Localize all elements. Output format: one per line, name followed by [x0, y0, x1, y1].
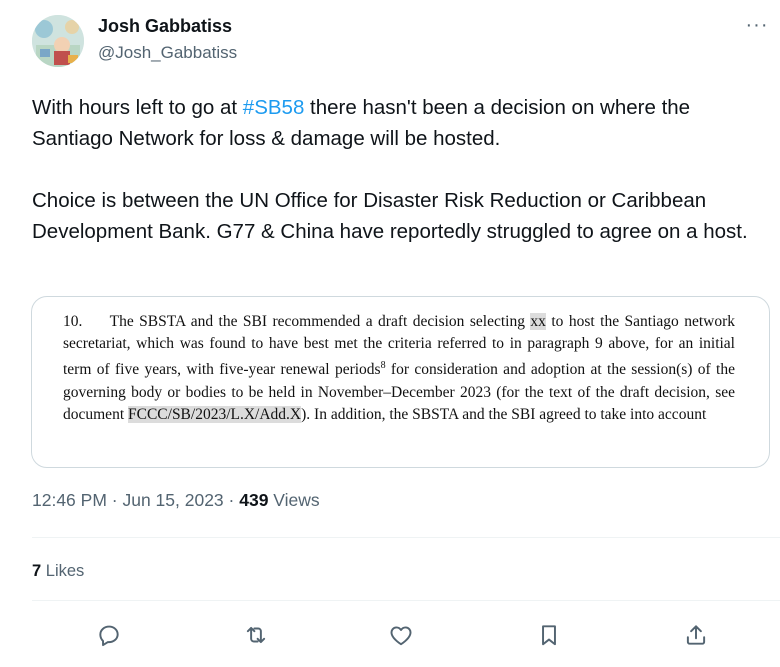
meta-separator: · [223, 490, 240, 510]
display-name[interactable]: Josh Gabbatiss [98, 16, 232, 37]
tweet: Josh Gabbatiss @Josh_Gabbatiss ··· With … [0, 0, 780, 667]
document-excerpt: 10. The SBSTA and the SBI recommended a … [63, 311, 735, 426]
share-button[interactable] [683, 622, 709, 648]
divider [32, 600, 780, 601]
retweet-icon [246, 626, 266, 644]
tweet-text-segment: With hours left to go at [32, 96, 243, 119]
tweet-meta: 12:46 PM · Jun 15, 2023 · 439 Views [32, 490, 320, 511]
views-label: Views [268, 490, 320, 510]
tweet-time[interactable]: 12:46 PM [32, 490, 107, 510]
user-handle[interactable]: @Josh_Gabbatiss [98, 43, 237, 63]
likes-count: 7 [32, 562, 42, 580]
more-horizontal-icon: ··· [745, 14, 769, 36]
attached-image-card[interactable]: 10. The SBSTA and the SBI recommended a … [31, 296, 770, 468]
like-button[interactable] [388, 622, 414, 648]
bookmark-button[interactable] [536, 622, 562, 648]
likes-label: Likes [41, 562, 85, 580]
avatar[interactable] [32, 15, 84, 67]
hashtag-link[interactable]: #SB58 [243, 96, 305, 119]
retweet-button[interactable] [243, 622, 269, 648]
meta-separator: · [106, 490, 123, 510]
share-icon [686, 625, 706, 645]
bookmark-icon [542, 625, 556, 646]
reply-button[interactable] [96, 622, 122, 648]
more-options-button[interactable]: ··· [744, 14, 770, 40]
avatar-illustration [32, 15, 84, 67]
tweet-paragraph-1: With hours left to go at #SB58 there has… [32, 92, 772, 154]
likes-link[interactable]: 7 Likes [32, 562, 84, 581]
doc-text: ). In addition, the SBSTA and the SBI ag… [301, 405, 707, 423]
divider [32, 537, 780, 538]
tweet-date[interactable]: Jun 15, 2023 [122, 490, 223, 510]
doc-highlight: xx [530, 313, 546, 330]
tweet-paragraph-2: Choice is between the UN Office for Disa… [32, 189, 748, 243]
reply-icon [99, 625, 119, 647]
views-count: 439 [239, 490, 269, 510]
like-icon [390, 626, 412, 646]
doc-highlight: FCCC/SB/2023/L.X/Add.X [128, 405, 302, 423]
doc-text: 10. The SBSTA and the SBI recommended a … [63, 313, 531, 330]
tweet-text: With hours left to go at #SB58 there has… [32, 92, 772, 247]
